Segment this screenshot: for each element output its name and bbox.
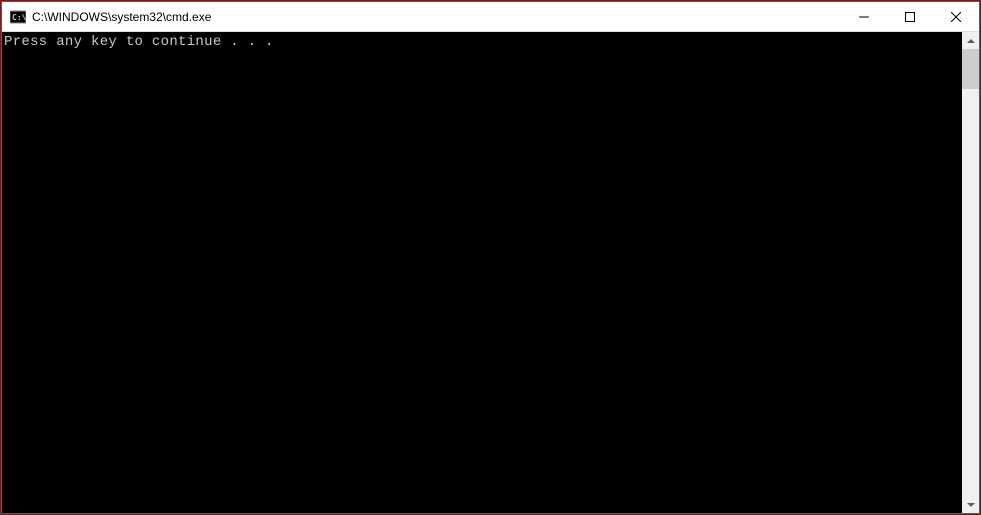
minimize-button[interactable] (841, 2, 887, 31)
scrollbar-track[interactable] (962, 49, 979, 496)
scroll-up-button[interactable] (962, 32, 979, 49)
window-controls (841, 2, 979, 31)
client-area: Press any key to continue . . . (2, 32, 979, 513)
scrollbar-thumb[interactable] (962, 49, 979, 89)
chevron-up-icon (967, 39, 975, 43)
cmd-icon: C:\ (10, 9, 26, 25)
svg-text:C:\: C:\ (12, 13, 26, 22)
cmd-window: C:\ C:\WINDOWS\system32\cmd.exe Press an… (1, 1, 980, 514)
console-output[interactable]: Press any key to continue . . . (2, 32, 962, 513)
titlebar[interactable]: C:\ C:\WINDOWS\system32\cmd.exe (2, 2, 979, 32)
scroll-down-button[interactable] (962, 496, 979, 513)
window-title: C:\WINDOWS\system32\cmd.exe (32, 10, 841, 24)
vertical-scrollbar[interactable] (962, 32, 979, 513)
chevron-down-icon (967, 503, 975, 507)
close-button[interactable] (933, 2, 979, 31)
maximize-button[interactable] (887, 2, 933, 31)
